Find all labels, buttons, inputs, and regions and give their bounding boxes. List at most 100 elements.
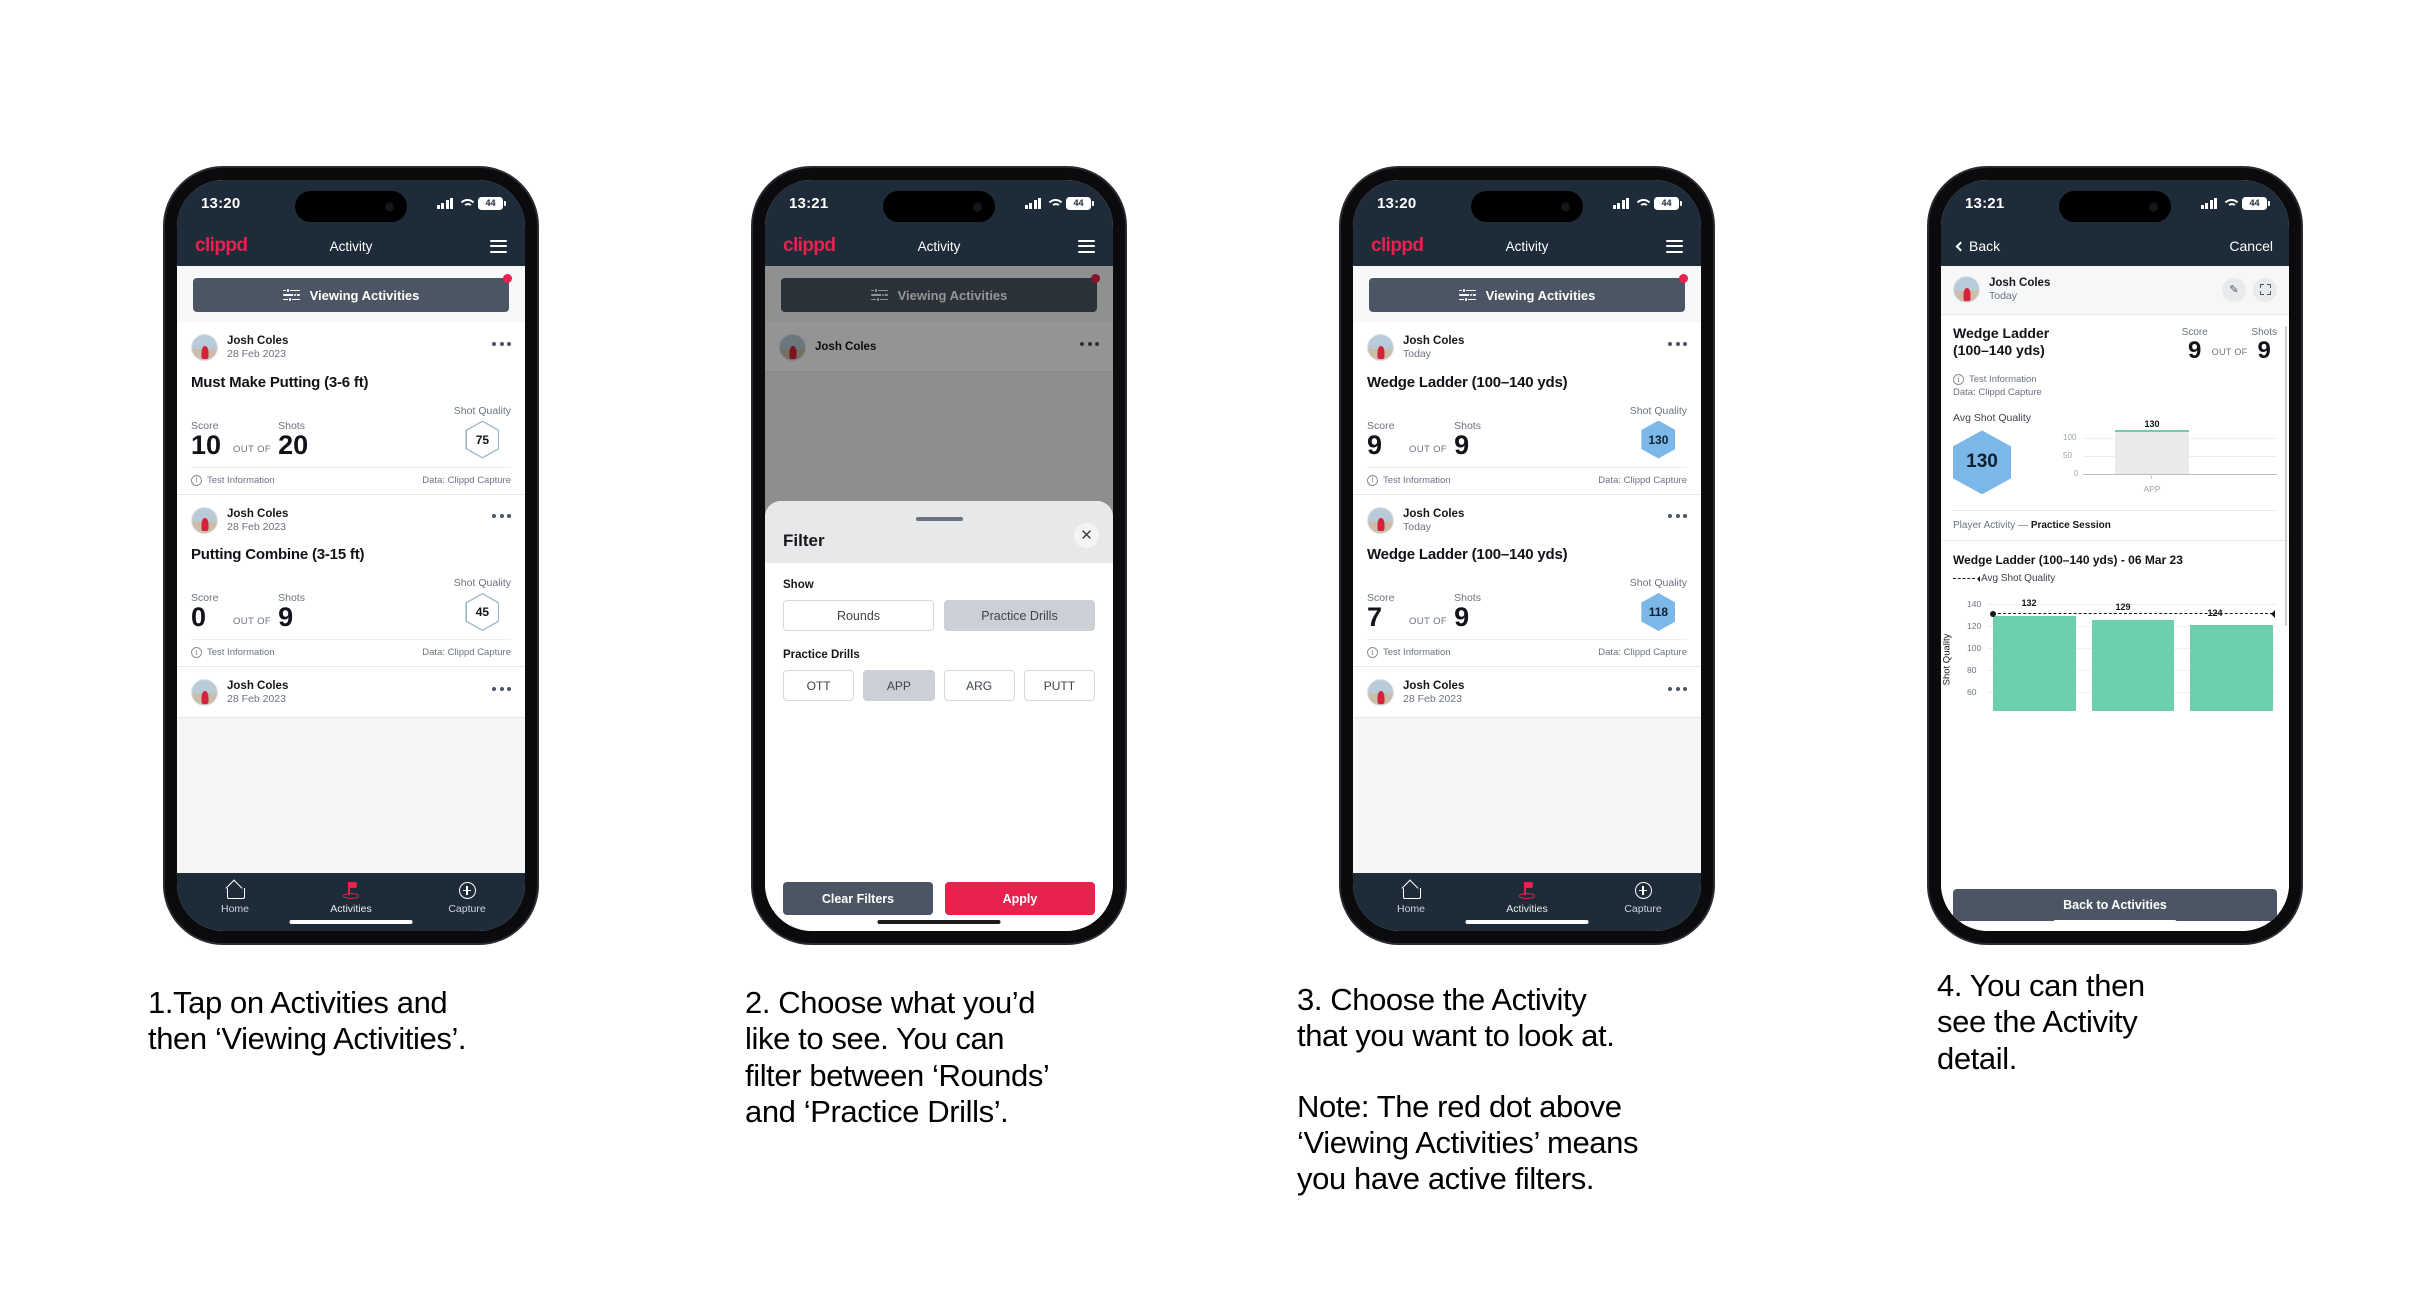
activity-card[interactable]: Josh Coles 28 Feb 2023 Putting Combine (…	[177, 494, 525, 667]
activity-card[interactable]: Josh Coles 28 Feb 2023	[177, 667, 525, 718]
score-value: 0	[191, 602, 207, 632]
drill-option-app[interactable]: APP	[863, 670, 935, 701]
detail-test-info: i Test Information Data: Clippd Capture	[1953, 374, 2277, 398]
score-label: Score	[2181, 326, 2208, 338]
test-information-label: Test Information	[1383, 647, 1451, 658]
show-option-rounds[interactable]: Rounds	[783, 600, 934, 631]
viewing-activities-button[interactable]: Viewing Activities	[193, 278, 509, 312]
chart-plot-area: Shot Quality 140 120 100 80 60 132 129 1…	[1942, 596, 2277, 712]
score-metric: Score 9	[1367, 420, 1409, 459]
page-title: Activity	[917, 238, 961, 254]
back-label: Back	[1969, 238, 2001, 254]
more-options-icon[interactable]	[492, 514, 511, 526]
activity-title: Wedge Ladder (100–140 yds)	[1367, 373, 1568, 391]
detail-actions: ✎	[2222, 277, 2277, 302]
back-to-activities-button[interactable]: Back to Activities	[1953, 889, 2277, 921]
tab-activities[interactable]: Activities	[1469, 880, 1585, 915]
filter-sliders-icon	[282, 287, 300, 302]
clippd-logo[interactable]: clippd	[783, 235, 836, 257]
test-information[interactable]: i Test Information	[1367, 474, 1451, 486]
drill-option-putt[interactable]: PUTT	[1023, 670, 1095, 701]
status-indicators: 44	[1024, 196, 1094, 210]
chevron-left-icon	[1955, 241, 1966, 251]
status-clock: 13:20	[1377, 194, 1417, 212]
test-information[interactable]: i Test Information	[191, 474, 275, 486]
user-name: Josh Coles	[227, 680, 289, 692]
battery-icon: 44	[478, 196, 506, 210]
more-options-icon[interactable]	[1668, 514, 1687, 526]
menu-icon[interactable]	[490, 239, 507, 253]
tab-activities-label: Activities	[330, 903, 372, 915]
active-filter-red-dot	[503, 274, 512, 283]
expand-icon[interactable]	[2253, 277, 2277, 302]
close-icon[interactable]: ✕	[1074, 523, 1099, 548]
back-button[interactable]: Back	[1955, 238, 2001, 254]
more-options-icon[interactable]	[492, 686, 511, 699]
score-value: 10	[191, 429, 222, 460]
mini-ytick-50: 50	[2063, 451, 2072, 461]
detail-title-row: Wedge Ladder (100–140 yds) Score 9 OUT O…	[1953, 325, 2277, 364]
page-title: Activity	[329, 238, 373, 254]
tab-capture-label: Capture	[448, 903, 486, 915]
tab-activities[interactable]: Activities	[293, 880, 409, 915]
drill-option-arg[interactable]: ARG	[943, 670, 1015, 701]
activity-card[interactable]: Josh Coles Today Wedge Ladder (100–140 y…	[1353, 494, 1701, 667]
user-name: Josh Coles	[227, 335, 289, 347]
apply-button[interactable]: Apply	[945, 882, 1095, 915]
test-information[interactable]: i Test Information	[191, 647, 275, 658]
caption-2-line-1: 2. Choose what you’d	[745, 985, 1036, 1020]
clear-filters-button[interactable]: Clear Filters	[783, 882, 933, 915]
viewing-activities-button[interactable]: Viewing Activities	[1369, 278, 1685, 312]
tab-home[interactable]: Home	[1353, 880, 1469, 915]
menu-icon[interactable]	[1078, 239, 1095, 253]
pencil-icon[interactable]: ✎	[2222, 277, 2246, 302]
front-camera-icon	[973, 202, 982, 211]
caption-3-note: Note: The red dot above ‘Viewing Activiti…	[1297, 1089, 1857, 1198]
caption-1-line-2: then ‘Viewing Activities’.	[148, 1021, 467, 1057]
more-options-icon[interactable]	[492, 341, 511, 354]
card-user: Josh Coles 28 Feb 2023	[1403, 679, 1464, 707]
card-footer: i Test Information Data: Clippd Capture	[191, 639, 511, 666]
menu-icon[interactable]	[1666, 239, 1683, 253]
show-options: Rounds Practice Drills	[783, 600, 1095, 631]
sheet-grabber[interactable]	[915, 517, 963, 521]
user-name: Josh Coles	[227, 507, 289, 520]
scrollbar[interactable]	[2284, 326, 2287, 626]
show-option-practice-drills[interactable]: Practice Drills	[944, 600, 1095, 631]
avg-shot-quality-section: Avg Shot Quality 130 100 50 0 130 APP	[1953, 412, 2277, 512]
data-source-label: Data: Clippd Capture	[1598, 474, 1687, 486]
avatar	[1367, 334, 1394, 362]
dynamic-island	[295, 191, 407, 222]
info-icon: i	[1953, 374, 1964, 386]
drill-option-ott[interactable]: OTT	[783, 670, 855, 701]
phone-panel-2: 13:21 44 clippd Activity Viewing Activit…	[753, 168, 1125, 943]
clippd-logo[interactable]: clippd	[1371, 235, 1424, 257]
more-options-icon[interactable]	[1668, 341, 1687, 354]
card-footer: i Test Information Data: Clippd Capture	[1367, 466, 1687, 494]
tab-capture[interactable]: Capture	[1585, 880, 1701, 915]
test-information-label: Test Information	[1383, 474, 1451, 486]
card-header: Josh Coles 28 Feb 2023	[191, 334, 511, 362]
activity-card[interactable]: Josh Coles 28 Feb 2023 Must Make Putting…	[177, 322, 525, 495]
cancel-button[interactable]: Cancel	[2229, 238, 2273, 254]
test-information-label: Test Information	[207, 647, 275, 658]
more-options-icon[interactable]	[1668, 686, 1687, 699]
plus-circle-icon	[1585, 880, 1701, 901]
tab-capture[interactable]: Capture	[409, 880, 525, 915]
activity-card[interactable]: Josh Coles 28 Feb 2023	[1353, 667, 1701, 718]
data-source-label: Data: Clippd Capture	[422, 647, 511, 658]
plus-circle-icon	[409, 880, 525, 901]
dynamic-island	[1471, 191, 1583, 222]
cellular-signal-icon	[436, 197, 453, 209]
caption-1-line-1: 1.Tap on Activities and	[148, 985, 448, 1020]
activity-card[interactable]: Josh Coles Today Wedge Ladder (100–140 y…	[1353, 322, 1701, 495]
shots-value: 9	[2257, 336, 2271, 364]
card-header: Josh Coles 28 Feb 2023	[191, 679, 511, 707]
clippd-logo[interactable]: clippd	[195, 235, 248, 257]
tab-home[interactable]: Home	[177, 880, 293, 915]
info-icon: i	[1367, 647, 1378, 658]
test-information[interactable]: i Test Information	[1367, 647, 1451, 658]
shot-quality-label: Shot Quality	[453, 404, 511, 417]
activity-date: 28 Feb 2023	[227, 520, 286, 533]
shot-quality-chart: Wedge Ladder (100–140 yds) - 06 Mar 23 A…	[1941, 541, 2289, 712]
